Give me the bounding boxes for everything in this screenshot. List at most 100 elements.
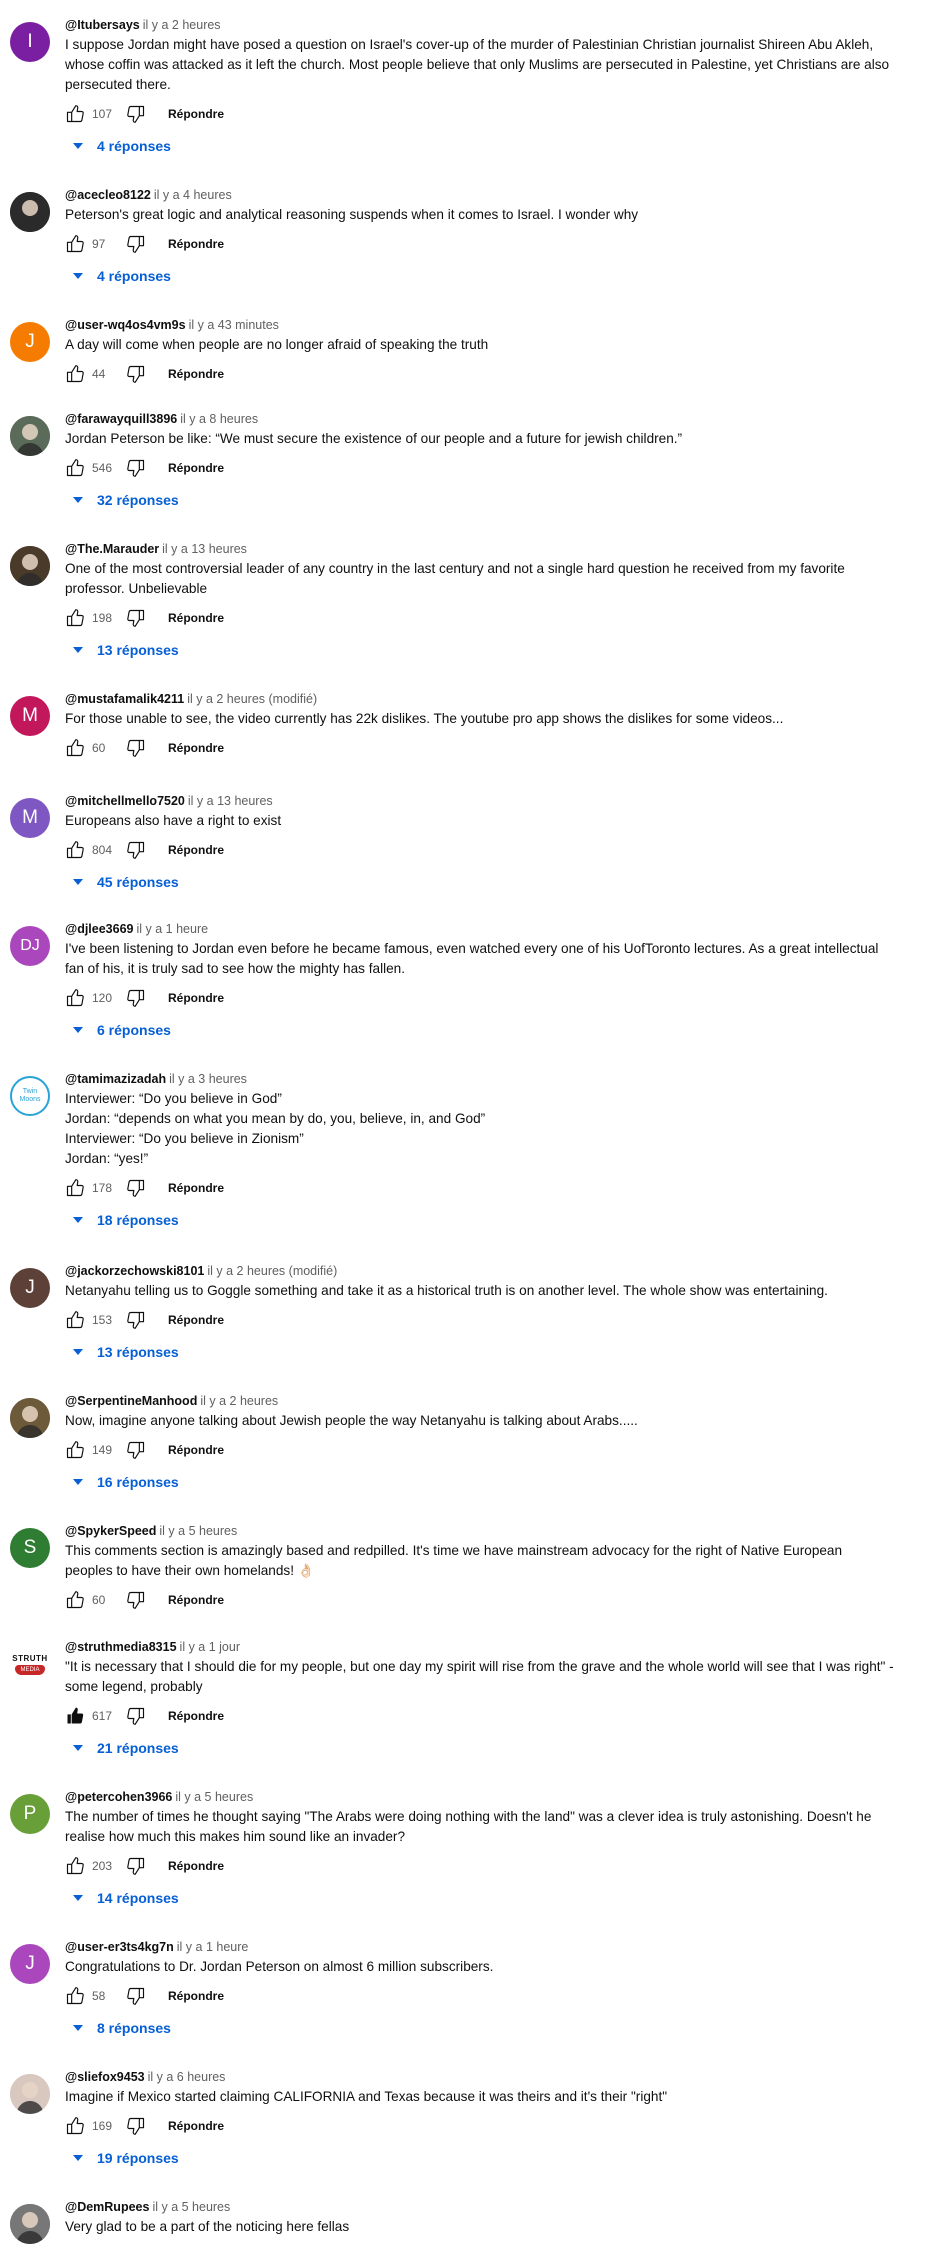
like-button[interactable]: [65, 458, 85, 478]
view-replies-button[interactable]: 18 réponses: [73, 1210, 919, 1230]
like-button[interactable]: [65, 840, 85, 860]
reply-button[interactable]: Répondre: [168, 611, 224, 625]
comment-author[interactable]: @The.Marauder: [65, 542, 159, 556]
comment-timestamp[interactable]: il y a 8 heures: [180, 412, 258, 426]
avatar[interactable]: P: [10, 1794, 50, 1834]
avatar[interactable]: J: [10, 1268, 50, 1308]
comment-timestamp[interactable]: il y a 4 heures: [154, 188, 232, 202]
view-replies-button[interactable]: 6 réponses: [73, 1020, 919, 1040]
dislike-button[interactable]: [126, 458, 146, 478]
comment-timestamp[interactable]: il y a 2 heures (modifié): [207, 1264, 337, 1278]
comment-timestamp[interactable]: il y a 5 heures: [152, 2200, 230, 2214]
comment-timestamp[interactable]: il y a 13 heures: [188, 794, 273, 808]
dislike-button[interactable]: [126, 104, 146, 124]
comment-timestamp[interactable]: il y a 1 heure: [177, 1940, 249, 1954]
reply-button[interactable]: Répondre: [168, 991, 224, 1005]
avatar[interactable]: [10, 416, 50, 456]
dislike-button[interactable]: [126, 1590, 146, 1610]
comment-author[interactable]: @SerpentineManhood: [65, 1394, 197, 1408]
like-button[interactable]: [65, 104, 85, 124]
like-button[interactable]: [65, 1310, 85, 1330]
like-button[interactable]: [65, 364, 85, 384]
like-button[interactable]: [65, 1178, 85, 1198]
reply-button[interactable]: Répondre: [168, 843, 224, 857]
like-button[interactable]: [65, 988, 85, 1008]
comment-author[interactable]: @farawayquill3896: [65, 412, 177, 426]
comment-author[interactable]: @Itubersays: [65, 18, 140, 32]
comment-author[interactable]: @acecleo8122: [65, 188, 151, 202]
reply-button[interactable]: Répondre: [168, 1709, 224, 1723]
comment-author[interactable]: @tamimazizadah: [65, 1072, 166, 1086]
comment-timestamp[interactable]: il y a 2 heures: [143, 18, 221, 32]
view-replies-button[interactable]: 4 réponses: [73, 136, 919, 156]
avatar[interactable]: [10, 2204, 50, 2244]
comment-author[interactable]: @jackorzechowski8101: [65, 1264, 204, 1278]
like-button[interactable]: [65, 1986, 85, 2006]
avatar[interactable]: I: [10, 22, 50, 62]
avatar[interactable]: J: [10, 322, 50, 362]
like-button[interactable]: [65, 1590, 85, 1610]
avatar[interactable]: [10, 192, 50, 232]
comment-timestamp[interactable]: il y a 3 heures: [169, 1072, 247, 1086]
avatar[interactable]: [10, 546, 50, 586]
comment-timestamp[interactable]: il y a 5 heures: [175, 1790, 253, 1804]
comment-timestamp[interactable]: il y a 1 jour: [180, 1640, 240, 1654]
comment-author[interactable]: @mitchellmello7520: [65, 794, 185, 808]
dislike-button[interactable]: [126, 738, 146, 758]
avatar[interactable]: S: [10, 1528, 50, 1568]
dislike-button[interactable]: [126, 1986, 146, 2006]
reply-button[interactable]: Répondre: [168, 1859, 224, 1873]
comment-timestamp[interactable]: il y a 6 heures: [148, 2070, 226, 2084]
avatar[interactable]: [10, 1398, 50, 1438]
view-replies-button[interactable]: 4 réponses: [73, 266, 919, 286]
like-button[interactable]: [65, 234, 85, 254]
reply-button[interactable]: Répondre: [168, 107, 224, 121]
like-button[interactable]: [65, 1440, 85, 1460]
view-replies-button[interactable]: 16 réponses: [73, 1472, 919, 1492]
comment-timestamp[interactable]: il y a 1 heure: [136, 922, 208, 936]
dislike-button[interactable]: [126, 608, 146, 628]
comment-author[interactable]: @user-wq4os4vm9s: [65, 318, 186, 332]
dislike-button[interactable]: [126, 364, 146, 384]
comment-timestamp[interactable]: il y a 2 heures (modifié): [187, 692, 317, 706]
comment-timestamp[interactable]: il y a 43 minutes: [189, 318, 279, 332]
reply-button[interactable]: Répondre: [168, 1593, 224, 1607]
view-replies-button[interactable]: 13 réponses: [73, 640, 919, 660]
view-replies-button[interactable]: 21 réponses: [73, 1738, 919, 1758]
comment-author[interactable]: @petercohen3966: [65, 1790, 172, 1804]
view-replies-button[interactable]: 13 réponses: [73, 1342, 919, 1362]
dislike-button[interactable]: [126, 1178, 146, 1198]
reply-button[interactable]: Répondre: [168, 741, 224, 755]
comment-author[interactable]: @struthmedia8315: [65, 1640, 177, 1654]
avatar[interactable]: [10, 2074, 50, 2114]
avatar[interactable]: M: [10, 798, 50, 838]
comment-author[interactable]: @sliefox9453: [65, 2070, 145, 2084]
dislike-button[interactable]: [126, 1310, 146, 1330]
dislike-button[interactable]: [126, 1440, 146, 1460]
comment-timestamp[interactable]: il y a 13 heures: [162, 542, 247, 556]
reply-button[interactable]: Répondre: [168, 1989, 224, 2003]
view-replies-button[interactable]: 32 réponses: [73, 490, 919, 510]
dislike-button[interactable]: [126, 1856, 146, 1876]
like-button[interactable]: [65, 1856, 85, 1876]
reply-button[interactable]: Répondre: [168, 1313, 224, 1327]
like-button[interactable]: [65, 738, 85, 758]
comment-timestamp[interactable]: il y a 2 heures: [200, 1394, 278, 1408]
dislike-button[interactable]: [126, 2116, 146, 2136]
like-button[interactable]: [65, 2116, 85, 2136]
avatar[interactable]: Twin Moons: [10, 1076, 50, 1116]
avatar[interactable]: M: [10, 696, 50, 736]
view-replies-button[interactable]: 8 réponses: [73, 2018, 919, 2038]
view-replies-button[interactable]: 45 réponses: [73, 872, 919, 892]
dislike-button[interactable]: [126, 840, 146, 860]
reply-button[interactable]: Répondre: [168, 1443, 224, 1457]
reply-button[interactable]: Répondre: [168, 461, 224, 475]
comment-author[interactable]: @user-er3ts4kg7n: [65, 1940, 174, 1954]
comment-author[interactable]: @SpykerSpeed: [65, 1524, 156, 1538]
dislike-button[interactable]: [126, 1706, 146, 1726]
like-button[interactable]: [65, 1706, 85, 1726]
reply-button[interactable]: Répondre: [168, 2119, 224, 2133]
comment-author[interactable]: @mustafamalik4211: [65, 692, 184, 706]
comment-author[interactable]: @DemRupees: [65, 2200, 149, 2214]
reply-button[interactable]: Répondre: [168, 367, 224, 381]
